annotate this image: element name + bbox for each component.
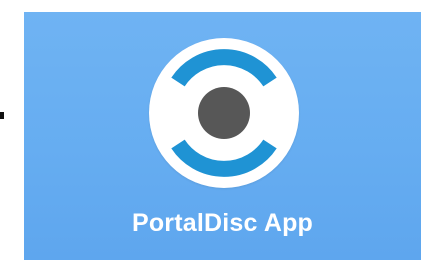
app-name-label: PortalDisc App [131,209,314,237]
portaldisc-logo-svg [171,49,277,177]
app-tile[interactable]: PortalDisc App [24,12,421,260]
portaldisc-logo-icon [149,38,299,188]
edge-marker [0,112,4,119]
screenshot-stage: PortalDisc App [0,0,433,260]
logo-center-dot [198,87,250,139]
logo-top-arc [171,49,277,87]
logo-bottom-arc [171,139,277,177]
